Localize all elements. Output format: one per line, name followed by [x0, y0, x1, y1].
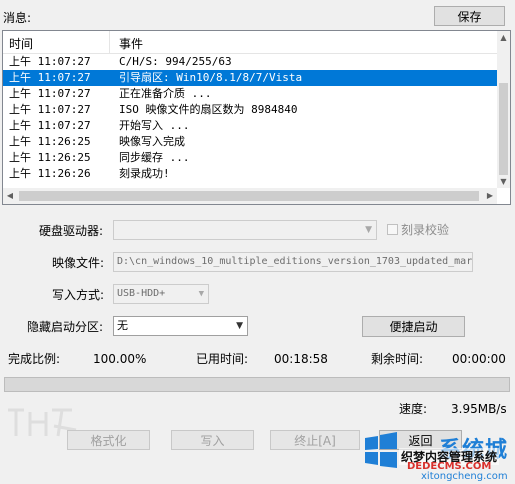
log-row[interactable]: 上午 11:07:27 开始写入 ...	[3, 118, 497, 134]
write-mode-select[interactable]: USB-HDD+ ▼	[113, 284, 209, 304]
log-row-event: ISO 映像文件的扇区数为 8984840	[119, 103, 298, 116]
log-row-event: 刻录成功!	[119, 167, 170, 180]
log-header: 时间 事件	[3, 31, 497, 54]
log-row-time: 上午 11:26:26	[9, 167, 91, 180]
elapsed-label: 已用时间:	[196, 352, 249, 366]
scroll-left-icon[interactable]: ◀	[3, 188, 17, 204]
hidden-partition-select[interactable]: 无 ▼	[113, 316, 248, 336]
log-row-time: 上午 11:26:25	[9, 135, 91, 148]
vertical-scrollbar[interactable]: ▲ ▼	[497, 31, 510, 188]
horizontal-scrollbar[interactable]: ◀ ▶	[3, 188, 497, 204]
site-url: xitongcheng.com	[421, 471, 508, 482]
log-row-time: 上午 11:26:25	[9, 151, 91, 164]
image-file-field[interactable]: D:\cn_windows_10_multiple_editions_versi…	[113, 252, 473, 272]
hidden-partition-label: 隐藏启动分区:	[27, 320, 104, 334]
log-row[interactable]: 上午 11:26:25 映像写入完成	[3, 134, 497, 150]
write-button[interactable]: 写入	[171, 430, 254, 450]
log-row-event: 同步缓存 ...	[119, 151, 190, 164]
drive-select[interactable]: ▼	[113, 220, 377, 240]
log-row-event: 映像写入完成	[119, 135, 185, 148]
write-mode-label: 写入方式:	[52, 288, 105, 302]
log-row-time: 上午 11:07:27	[9, 71, 91, 84]
scroll-down-icon[interactable]: ▼	[497, 175, 510, 188]
windows-logo-icon	[365, 432, 397, 468]
verify-checkbox[interactable]	[387, 224, 398, 235]
write-mode-value: USB-HDD+	[117, 288, 166, 299]
quick-boot-button[interactable]: 便捷启动	[362, 316, 465, 337]
progress-bar	[4, 377, 510, 392]
log-row-event: 正在准备介质 ...	[119, 87, 212, 100]
scroll-right-icon[interactable]: ▶	[483, 188, 497, 204]
log-row[interactable]: 上午 11:07:27 正在准备介质 ...	[3, 86, 497, 102]
log-row-time: 上午 11:07:27	[9, 87, 91, 100]
log-row[interactable]: 上午 11:26:26 刻录成功!	[3, 166, 497, 182]
completion-label: 完成比例:	[8, 352, 61, 366]
log-row[interactable]: 上午 11:07:27 引导扇区: Win10/8.1/8/7/Vista	[3, 70, 497, 86]
log-row-time: 上午 11:07:27	[9, 103, 91, 116]
column-header-time[interactable]: 时间	[9, 35, 33, 52]
speed-label: 速度:	[399, 402, 428, 416]
abort-button[interactable]: 终止[A]	[270, 430, 360, 450]
log-row-event: 开始写入 ...	[119, 119, 190, 132]
horizontal-scroll-thumb[interactable]	[19, 191, 479, 201]
progress-fill	[5, 378, 509, 391]
log-row-event: C/H/S: 994/255/63	[119, 55, 232, 68]
log-row-time: 上午 11:07:27	[9, 119, 91, 132]
messages-label: 消息:	[3, 11, 32, 25]
hidden-partition-value: 无	[117, 319, 128, 332]
save-button[interactable]: 保存	[434, 6, 505, 26]
speed-value: 3.95MB/s	[451, 402, 507, 416]
log-row[interactable]: 上午 11:07:27 C/H/S: 994/255/63	[3, 54, 497, 70]
elapsed-value: 00:18:58	[274, 352, 328, 366]
column-header-event[interactable]: 事件	[119, 35, 143, 52]
log-row[interactable]: 上午 11:26:25 同步缓存 ...	[3, 150, 497, 166]
remaining-value: 00:00:00	[452, 352, 506, 366]
brand-watermark: 系统城 织梦内容管理系统 DEDECMS.COM xitongcheng.com	[355, 426, 515, 484]
remaining-label: 剩余时间:	[371, 352, 424, 366]
column-separator[interactable]	[109, 31, 110, 53]
drive-label: 硬盘驱动器:	[39, 224, 104, 238]
log-row-event: 引导扇区: Win10/8.1/8/7/Vista	[119, 71, 303, 84]
completion-value: 100.00%	[93, 352, 147, 366]
chevron-down-icon: ▼	[198, 289, 204, 299]
chevron-down-icon: ▼	[365, 225, 372, 235]
vertical-scroll-thumb[interactable]	[499, 83, 508, 175]
log-list[interactable]: 时间 事件 上午 11:07:27 C/H/S: 994/255/63 上午 11:…	[2, 30, 511, 205]
chevron-down-icon: ▼	[236, 321, 243, 331]
verify-label: 刻录校验	[401, 223, 450, 237]
image-file-label: 映像文件:	[52, 256, 105, 270]
scroll-up-icon[interactable]: ▲	[497, 31, 510, 44]
format-button[interactable]: 格式化	[67, 430, 150, 450]
log-row[interactable]: 上午 11:07:27 ISO 映像文件的扇区数为 8984840	[3, 102, 497, 118]
log-row-time: 上午 11:07:27	[9, 55, 91, 68]
